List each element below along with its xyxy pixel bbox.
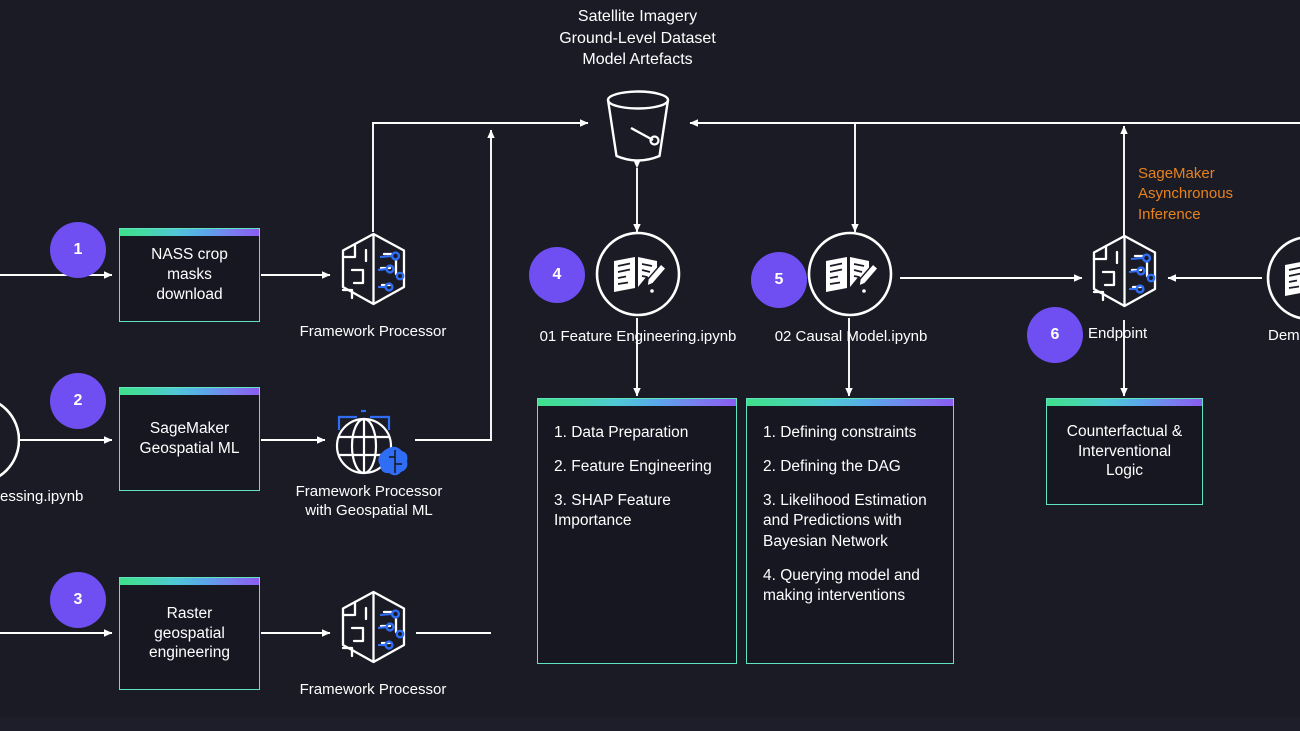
notebook-demo-icon — [1264, 235, 1300, 321]
step-badge-3: 3 — [50, 572, 106, 628]
list-item: 2. Feature Engineering — [554, 458, 712, 476]
notebook-02-icon — [807, 231, 893, 317]
causal-model-list: 1. Defining constraints 2. Defining the … — [763, 423, 939, 606]
framework-processor-icon — [330, 588, 417, 680]
caption-endpoint: Endpoint — [1088, 325, 1148, 342]
notebook-00-icon — [0, 396, 21, 484]
caption-notebook-demo: Dem — [1268, 327, 1300, 344]
s3-bucket-icon — [598, 88, 678, 170]
diagram-canvas: Satellite Imagery Ground-Level Dataset M… — [0, 0, 1300, 731]
caption-notebook-02: 02 Causal Model.ipynb — [774, 328, 928, 345]
box-raster-geospatial-engineering: Raster geospatial engineering — [119, 577, 260, 690]
annotation-async-inference: SageMaker Asynchronous Inference — [1138, 165, 1234, 223]
notebook-01-icon — [595, 231, 681, 317]
caption-framework-processor-3: Framework Processor — [299, 681, 447, 698]
list-item: 1. Data Preparation — [554, 424, 689, 441]
caption-framework-processor-geospatial: Framework Processor with Geospatial ML — [295, 483, 443, 519]
caption-notebook-01: 01 Feature Engineering.ipynb — [539, 328, 737, 345]
step-badge-6: 6 — [1027, 307, 1083, 363]
box-counterfactual-logic: Counterfactual & Interventional Logic — [1046, 398, 1203, 505]
endpoint-icon — [1081, 232, 1168, 324]
step-badge-1: 1 — [50, 222, 106, 278]
list-item: 2. Defining the DAG — [763, 458, 901, 476]
framework-processor-geospatial-icon — [323, 398, 415, 484]
canvas-bottom-edge — [0, 717, 1300, 731]
box-nass-crop-masks: NASS crop masks download — [119, 228, 260, 322]
list-item: 1. Defining constraints — [763, 424, 917, 441]
step-badge-5: 5 — [751, 252, 807, 308]
list-item: 3. SHAP Feature Importance — [554, 492, 671, 530]
box-causal-model-steps: 1. Defining constraints 2. Defining the … — [746, 398, 954, 664]
box-sagemaker-geospatial-ml: SageMaker Geospatial ML — [119, 387, 260, 491]
step-badge-4: 4 — [529, 247, 585, 303]
caption-notebook-00: essing.ipynb — [0, 488, 84, 505]
feature-engineering-list: 1. Data Preparation 2. Feature Engineeri… — [554, 423, 722, 532]
box-geospatial-label: SageMaker Geospatial ML — [139, 420, 240, 457]
list-item: 4. Querying model and making interventio… — [763, 566, 920, 604]
box-counterfactual-label: Counterfactual & Interventional Logic — [1066, 422, 1183, 480]
caption-framework-processor-1: Framework Processor — [299, 323, 447, 340]
storage-title: Satellite Imagery Ground-Level Dataset M… — [559, 8, 716, 69]
list-item: 3. Likelihood Estimation and Predictions… — [763, 492, 927, 550]
framework-processor-icon — [330, 230, 417, 322]
box-raster-label: Raster geospatial engineering — [148, 604, 230, 662]
step-badge-2: 2 — [50, 373, 106, 429]
box-nass-label: NASS crop masks download — [151, 246, 228, 303]
box-feature-engineering-steps: 1. Data Preparation 2. Feature Engineeri… — [537, 398, 737, 664]
